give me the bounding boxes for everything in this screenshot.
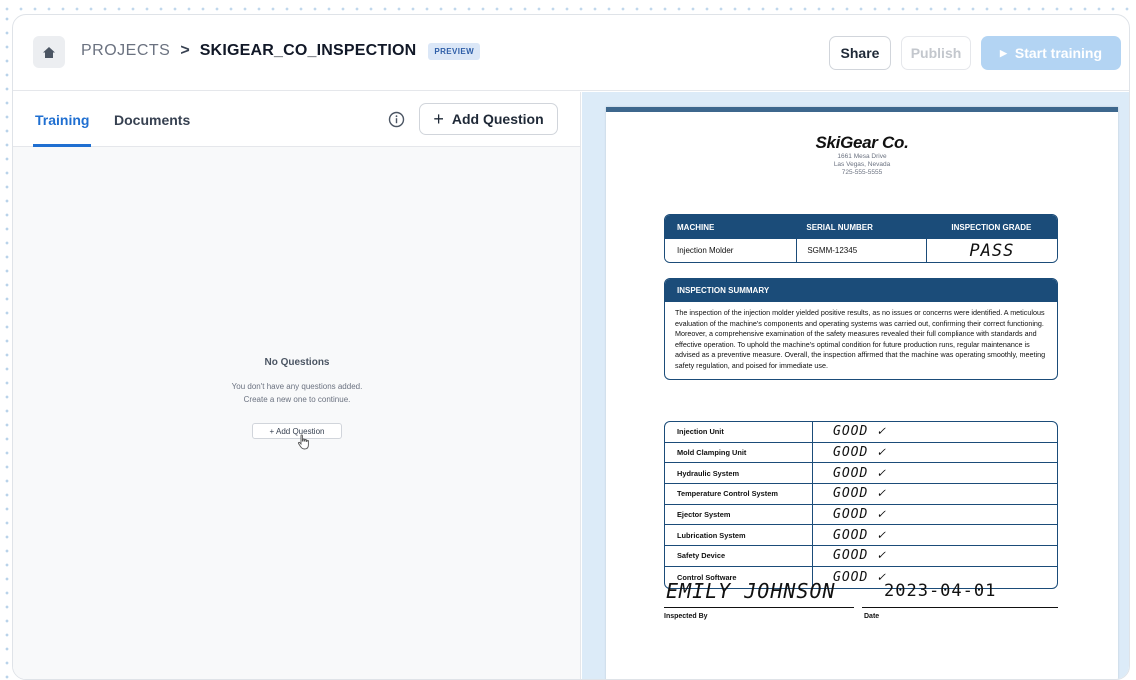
component-status: GOOD ✓	[833, 486, 886, 502]
tab-bar: Training Documents + Add Question	[13, 92, 580, 147]
play-icon: ▶	[999, 47, 1007, 58]
add-question-button[interactable]: + Add Question	[419, 103, 558, 135]
component-name: Hydraulic System	[665, 463, 813, 484]
active-tab-indicator	[33, 144, 91, 147]
table-row: Temperature Control System GOOD ✓	[665, 484, 1057, 505]
inspection-summary-text: The inspection of the injection molder y…	[675, 308, 1046, 370]
inspection-summary-title: INSPECTION SUMMARY	[665, 279, 1057, 302]
company-phone: 725-555-5555	[841, 169, 883, 176]
decorative-dots-top	[0, 6, 1136, 12]
breadcrumb-current-project: SKIGEAR_CO_INSPECTION	[199, 42, 417, 59]
inspection-date: 2023-04-01	[884, 581, 997, 601]
machine-table-header: MACHINE SERIAL NUMBER INSPECTION GRADE	[665, 215, 1057, 239]
add-question-label: Add Question	[451, 111, 544, 127]
component-name: Injection Unit	[665, 422, 813, 442]
component-status: GOOD ✓	[833, 465, 886, 481]
company-name: SkiGear Co.	[815, 133, 909, 152]
table-row: Injection Unit GOOD ✓	[665, 422, 1057, 443]
app-window: PROJECTS > SKIGEAR_CO_INSPECTION PREVIEW…	[12, 14, 1130, 680]
inspection-summary: INSPECTION SUMMARY The inspection of the…	[664, 278, 1058, 380]
decorative-dots-left	[4, 12, 10, 680]
component-name: Safety Device	[665, 546, 813, 566]
tab-training[interactable]: Training	[35, 112, 89, 128]
component-status: GOOD ✓	[833, 527, 886, 543]
table-row: Mold Clamping Unit GOOD ✓	[665, 442, 1057, 464]
table-row: Safety Device GOOD ✓	[665, 546, 1057, 567]
header-machine: MACHINE	[677, 222, 715, 232]
preview-badge: PREVIEW	[428, 42, 481, 60]
company-address-line2: Las Vegas, Nevada	[833, 161, 891, 168]
component-status: GOOD ✓	[833, 548, 886, 564]
tab-documents[interactable]: Documents	[114, 112, 190, 128]
start-training-button[interactable]: ▶ Start training	[981, 36, 1121, 70]
component-name: Ejector System	[665, 504, 813, 525]
questions-panel: Training Documents + Add Question No Que…	[13, 92, 581, 679]
table-row: Ejector System GOOD ✓	[665, 504, 1057, 526]
header-inspection-grade: INSPECTION GRADE	[951, 222, 1032, 232]
machine-table: MACHINE SERIAL NUMBER INSPECTION GRADE I…	[664, 214, 1058, 263]
inspected-by-label: Inspected By	[664, 613, 708, 620]
empty-state-hint: Create a new one to continue.	[243, 395, 351, 404]
breadcrumb-projects[interactable]: PROJECTS	[81, 42, 170, 60]
breadcrumb: PROJECTS > SKIGEAR_CO_INSPECTION PREVIEW	[81, 42, 481, 60]
date-line	[862, 607, 1058, 608]
inspection-document: SkiGear Co. 1661 Mesa Drive Las Vegas, N…	[606, 107, 1118, 679]
inspector-signature: EMILY JOHNSON	[666, 579, 836, 603]
document-preview-panel: SkiGear Co. 1661 Mesa Drive Las Vegas, N…	[582, 92, 1129, 679]
table-row: Lubrication System GOOD ✓	[665, 525, 1057, 547]
info-icon[interactable]	[388, 111, 405, 128]
components-table: Injection Unit GOOD ✓ Mold Clamping Unit…	[664, 421, 1058, 589]
serial-number: SGMM-12345	[796, 239, 925, 262]
machine-name: Injection Molder	[677, 246, 734, 255]
start-training-label: Start training	[1014, 45, 1103, 61]
component-name: Temperature Control System	[665, 484, 813, 504]
component-name: Lubrication System	[665, 525, 813, 546]
empty-state-message: You don't have any questions added.	[231, 382, 363, 391]
company-header: SkiGear Co. 1661 Mesa Drive Las Vegas, N…	[606, 133, 1118, 177]
machine-table-row: Injection Molder SGMM-12345 PASS	[665, 239, 1057, 262]
home-icon	[43, 46, 55, 58]
component-status: GOOD ✓	[833, 424, 886, 440]
company-address-line1: 1661 Mesa Drive	[837, 153, 887, 160]
component-status: GOOD ✓	[833, 445, 886, 461]
header: PROJECTS > SKIGEAR_CO_INSPECTION PREVIEW…	[13, 15, 1129, 91]
hand-cursor-icon	[297, 434, 309, 450]
inspection-grade: PASS	[925, 239, 1057, 262]
component-name: Mold Clamping Unit	[665, 442, 813, 463]
publish-button[interactable]: Publish	[901, 36, 971, 70]
plus-icon: +	[433, 109, 444, 129]
document-top-bar	[606, 107, 1118, 112]
breadcrumb-separator: >	[180, 42, 190, 59]
signature-line	[664, 607, 854, 608]
header-serial-number: SERIAL NUMBER	[806, 222, 873, 232]
table-row: Hydraulic System GOOD ✓	[665, 463, 1057, 485]
share-button[interactable]: Share	[829, 36, 891, 70]
component-status: GOOD ✓	[833, 507, 886, 523]
home-button[interactable]	[33, 36, 65, 68]
date-label: Date	[864, 613, 880, 620]
empty-state-title: No Questions	[264, 357, 330, 368]
